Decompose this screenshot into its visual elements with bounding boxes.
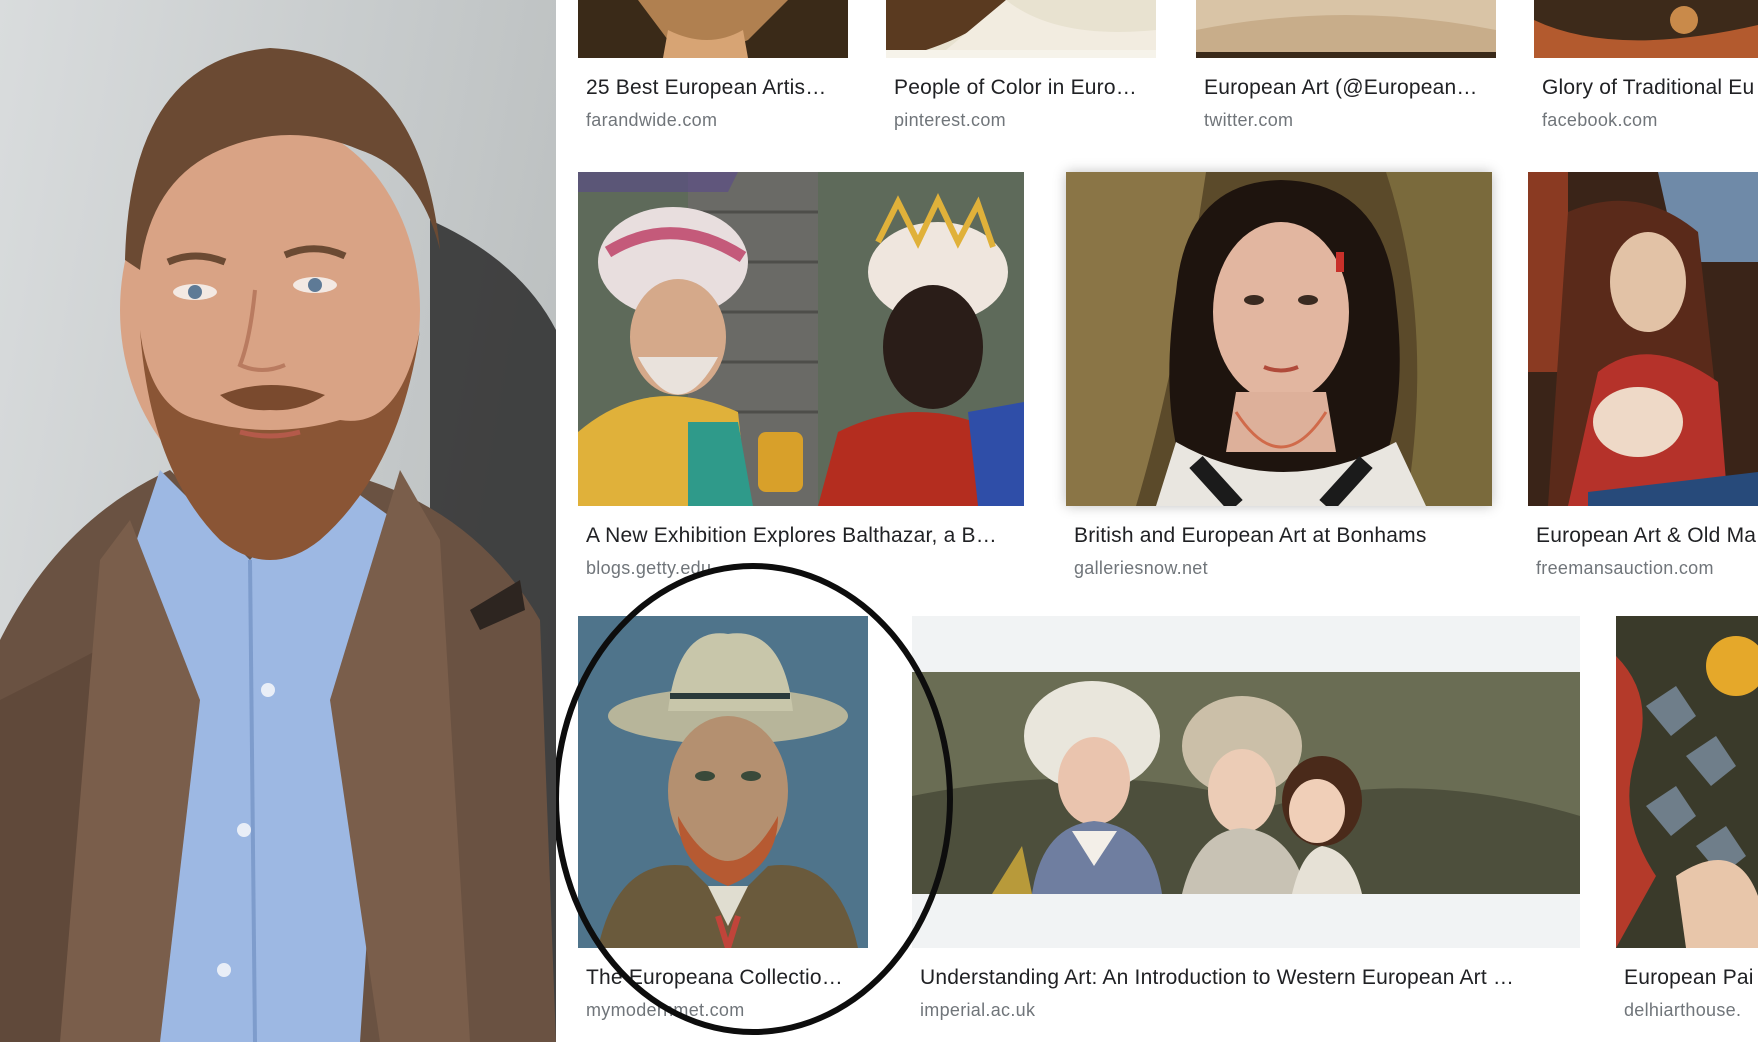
result-source[interactable]: galleriesnow.net: [1074, 558, 1492, 579]
result-card-facebook[interactable]: Glory of Traditional Eu facebook.com: [1534, 0, 1758, 135]
result-title[interactable]: Understanding Art: An Introduction to We…: [920, 966, 1580, 990]
result-card-pinterest[interactable]: People of Color in Euro… pinterest.com: [886, 0, 1156, 135]
result-thumbnail[interactable]: [1534, 0, 1758, 58]
result-thumbnail[interactable]: [578, 0, 848, 58]
result-card-farandwide[interactable]: 25 Best European Artis… farandwide.com: [578, 0, 848, 135]
result-source[interactable]: mymodernmet.com: [586, 1000, 868, 1021]
result-title[interactable]: British and European Art at Bonhams: [1074, 524, 1492, 548]
result-thumbnail[interactable]: [1066, 172, 1492, 506]
result-source[interactable]: facebook.com: [1542, 110, 1758, 131]
result-title[interactable]: The Europeana Collectio…: [586, 966, 868, 990]
result-card-freemans[interactable]: European Art & Old Ma freemansauction.co…: [1528, 172, 1758, 582]
result-source[interactable]: twitter.com: [1204, 110, 1496, 131]
result-thumbnail[interactable]: [1528, 172, 1758, 506]
result-thumbnail[interactable]: [886, 0, 1156, 58]
result-title[interactable]: Glory of Traditional Eu: [1542, 76, 1758, 100]
result-title[interactable]: European Art (@European…: [1204, 76, 1496, 100]
result-title[interactable]: European Pai: [1624, 966, 1758, 990]
result-source[interactable]: freemansauction.com: [1536, 558, 1758, 579]
result-source[interactable]: pinterest.com: [894, 110, 1156, 131]
result-card-getty[interactable]: A New Exhibition Explores Balthazar, a B…: [578, 172, 1024, 582]
result-title[interactable]: 25 Best European Artis…: [586, 76, 848, 100]
result-source[interactable]: farandwide.com: [586, 110, 848, 131]
result-card-bonhams[interactable]: British and European Art at Bonhams gall…: [1066, 172, 1492, 582]
result-card-mymodernmet[interactable]: The Europeana Collectio… mymodernmet.com: [578, 616, 868, 1042]
result-source[interactable]: blogs.getty.edu: [586, 558, 1024, 579]
result-thumbnail[interactable]: [578, 616, 868, 948]
result-thumbnail[interactable]: [1196, 0, 1496, 58]
result-card-delhiarthouse[interactable]: European Pai delhiarthouse.: [1616, 616, 1758, 1042]
result-thumbnail[interactable]: [912, 616, 1580, 948]
result-thumbnail[interactable]: [578, 172, 1024, 506]
result-source[interactable]: delhiarthouse.: [1624, 1000, 1758, 1021]
result-card-imperial[interactable]: Understanding Art: An Introduction to We…: [912, 616, 1580, 1042]
result-title[interactable]: People of Color in Euro…: [894, 76, 1156, 100]
result-source[interactable]: imperial.ac.uk: [920, 1000, 1580, 1021]
result-title[interactable]: A New Exhibition Explores Balthazar, a B…: [586, 524, 1024, 548]
result-card-twitter[interactable]: European Art (@European… twitter.com: [1196, 0, 1496, 135]
image-results-grid: 25 Best European Artis… farandwide.com P…: [556, 0, 1758, 1042]
result-title[interactable]: European Art & Old Ma: [1536, 524, 1758, 548]
result-thumbnail[interactable]: [1616, 616, 1758, 948]
man-portrait-photo: [0, 0, 556, 1042]
